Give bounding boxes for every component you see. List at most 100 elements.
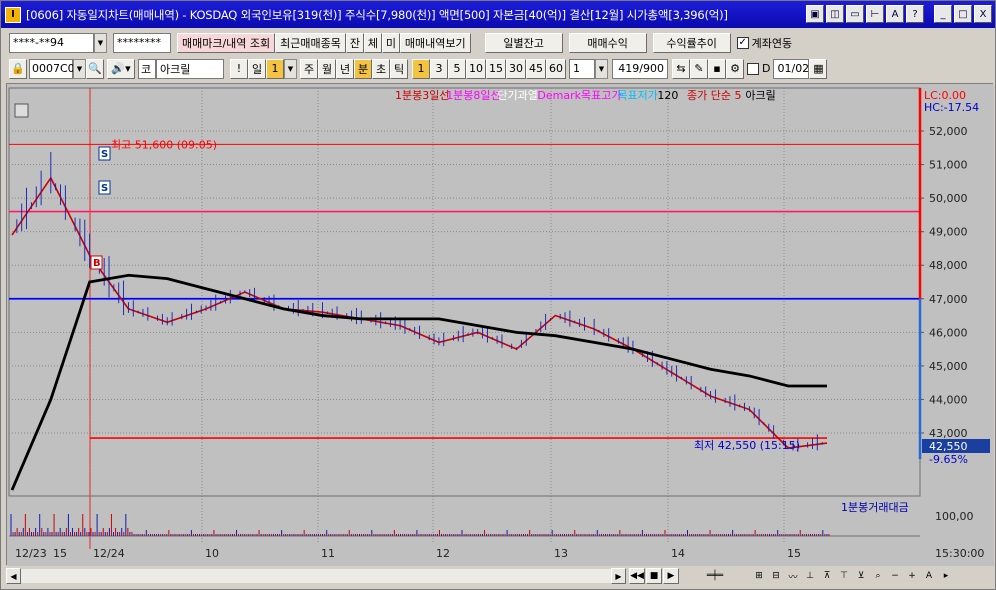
link-icon[interactable]: ◫	[826, 5, 844, 23]
chart-background	[7, 84, 994, 566]
period-day-button[interactable]: 일	[248, 58, 266, 79]
speaker-icon[interactable]: 🔊▾	[107, 58, 135, 79]
stop-icon[interactable]: ■	[646, 568, 662, 584]
font-size-icon[interactable]: A	[921, 568, 937, 584]
buy-marker-label: B	[93, 258, 101, 269]
date-field[interactable]: 01/02	[773, 58, 810, 79]
tool3-icon[interactable]: ⊤	[836, 568, 852, 584]
legend-item: Demark목표고가	[537, 89, 621, 102]
period-second-button[interactable]: 초	[372, 58, 390, 79]
daily-balance-button[interactable]: 일별잔고	[484, 32, 563, 53]
balance-button[interactable]: 잔	[345, 32, 364, 53]
window-list-icon[interactable]: ▣	[806, 5, 824, 23]
main-window: I [0606] 자동일지차트(매매내역) - KOSDAQ 외국인보유[319…	[0, 0, 996, 590]
legend-item: 1분봉3일선	[395, 88, 449, 102]
calendar-icon[interactable]: ▦	[809, 58, 828, 79]
maximize-button[interactable]: □	[954, 5, 972, 23]
tool4-icon[interactable]: ⊻	[853, 568, 869, 584]
trade-mark-query-button[interactable]: 매매마크/내역 조회	[177, 32, 276, 53]
price-tick-label: 50,000	[929, 192, 968, 205]
x-axis-label: 14	[671, 547, 685, 560]
zoom-out-icon[interactable]: −	[887, 568, 903, 584]
interval-60-button[interactable]: 60	[546, 58, 566, 79]
rewind-icon[interactable]: ◀◀	[629, 568, 645, 584]
recent-trade-button[interactable]: 최근매매종목	[275, 32, 346, 53]
settings-icon[interactable]: ⚙	[726, 58, 744, 79]
grid-icon[interactable]: ⊞	[751, 568, 767, 584]
x-axis-label: 15	[53, 547, 67, 560]
interval-3-button[interactable]: 3	[430, 58, 448, 79]
period-tick-button[interactable]: 틱	[390, 58, 408, 79]
price-chart-svg[interactable]: 52,000 51,000 50,000 49,000 48,000 47,000 46,0…	[7, 84, 994, 566]
count-dropdown-icon[interactable]: ▼	[595, 58, 608, 79]
code-dropdown-icon[interactable]: ▼	[73, 58, 86, 79]
minimize-button[interactable]: _	[934, 5, 952, 23]
interval-5-button[interactable]: 5	[448, 58, 466, 79]
lock-icon[interactable]: 🔒	[9, 58, 27, 79]
password-field[interactable]: ********	[113, 32, 171, 53]
stock-name-field[interactable]: 아크릴	[156, 58, 224, 79]
legend-item: 목표저가	[617, 89, 657, 102]
interval-45-button[interactable]: 45	[526, 58, 546, 79]
period-dropdown-icon[interactable]: ▼	[284, 58, 297, 79]
interval-1-button[interactable]: 1	[412, 58, 430, 79]
date-checkbox[interactable]	[747, 62, 759, 75]
return-trend-button[interactable]: 수익률추이	[652, 32, 731, 53]
magnify-icon[interactable]: ⌕	[870, 568, 886, 584]
chart-type-icon[interactable]: ⇆	[672, 58, 690, 79]
scroll-left-icon[interactable]: ◀	[6, 568, 21, 584]
stock-code-field[interactable]: 0007C0	[29, 58, 75, 79]
x-axis-label: 13	[554, 547, 568, 560]
account-dropdown-icon[interactable]: ▼	[94, 32, 107, 53]
price-tick-label: 49,000	[929, 226, 968, 239]
play-icon[interactable]: ▶	[663, 568, 679, 584]
time-label: 15:30:00	[935, 547, 984, 560]
x-axis-label: 12	[436, 547, 450, 560]
title-bar: I [0606] 자동일지차트(매매내역) - KOSDAQ 외국인보유[319…	[1, 1, 995, 28]
close-button[interactable]: X	[974, 5, 992, 23]
font-icon[interactable]: A	[886, 5, 904, 23]
line-icon[interactable]: 〰	[785, 568, 801, 584]
unfilled-button[interactable]: 미	[381, 32, 400, 53]
chart-area[interactable]: 52,000 51,000 50,000 49,000 48,000 47,000 46,0…	[6, 83, 994, 566]
account-field[interactable]: ****-**94	[9, 32, 94, 53]
period-year-button[interactable]: 년	[336, 58, 354, 79]
exclaim-button[interactable]: !	[230, 58, 248, 79]
arrow-right-icon[interactable]: ▸	[938, 568, 954, 584]
screen-icon[interactable]: ▭	[846, 5, 864, 23]
market-prefix: 코	[138, 58, 156, 79]
zoom-slider-icon[interactable]: ═╪═	[680, 568, 750, 584]
scroll-track[interactable]	[21, 569, 611, 583]
help-icon[interactable]: ?	[906, 5, 924, 23]
interval-10-button[interactable]: 10	[466, 58, 486, 79]
bottom-scroll-bar: ◀ ▶ ◀◀ ■ ▶ ═╪═ ⊞ ⊟ 〰 ⊥ ⊼ ⊤ ⊻ ⌕ − + A ▸	[6, 566, 993, 586]
tool1-icon[interactable]: ⊥	[802, 568, 818, 584]
period-week-button[interactable]: 주	[300, 58, 318, 79]
pin-icon[interactable]: ⊢	[866, 5, 884, 23]
filled-button[interactable]: 체	[363, 32, 382, 53]
period-count-field[interactable]: 1	[266, 58, 284, 79]
legend-item: 단기과열	[497, 89, 537, 102]
high-annotation: 최고 51,600 (09:05)	[111, 138, 217, 151]
account-link-checkbox[interactable]: ✓	[736, 36, 749, 49]
x-axis-label: 12/24	[93, 547, 125, 560]
count-field[interactable]: 1	[569, 58, 595, 79]
period-minute-button[interactable]: 분	[354, 58, 372, 79]
current-change-label: -9.65%	[929, 453, 968, 466]
draw-tool-icon[interactable]: ✎	[690, 58, 708, 79]
tool2-icon[interactable]: ⊼	[819, 568, 835, 584]
trade-profit-button[interactable]: 매매수익	[568, 32, 647, 53]
save-icon[interactable]: ▪	[708, 58, 726, 79]
period-month-button[interactable]: 월	[318, 58, 336, 79]
price-tick-label: 43,000	[929, 427, 968, 440]
price-tick-label: 48,000	[929, 259, 968, 272]
compare-icon[interactable]: ⊟	[768, 568, 784, 584]
legend-item: 종가 단순 5	[687, 89, 741, 102]
scroll-right-icon[interactable]: ▶	[611, 568, 626, 584]
zoom-in-icon[interactable]: +	[904, 568, 920, 584]
interval-30-button[interactable]: 30	[506, 58, 526, 79]
search-icon[interactable]: 🔍	[86, 58, 104, 79]
view-count-field[interactable]: 419/900	[612, 58, 668, 79]
interval-15-button[interactable]: 15	[486, 58, 506, 79]
trade-history-button[interactable]: 매매내역보기	[399, 32, 471, 53]
